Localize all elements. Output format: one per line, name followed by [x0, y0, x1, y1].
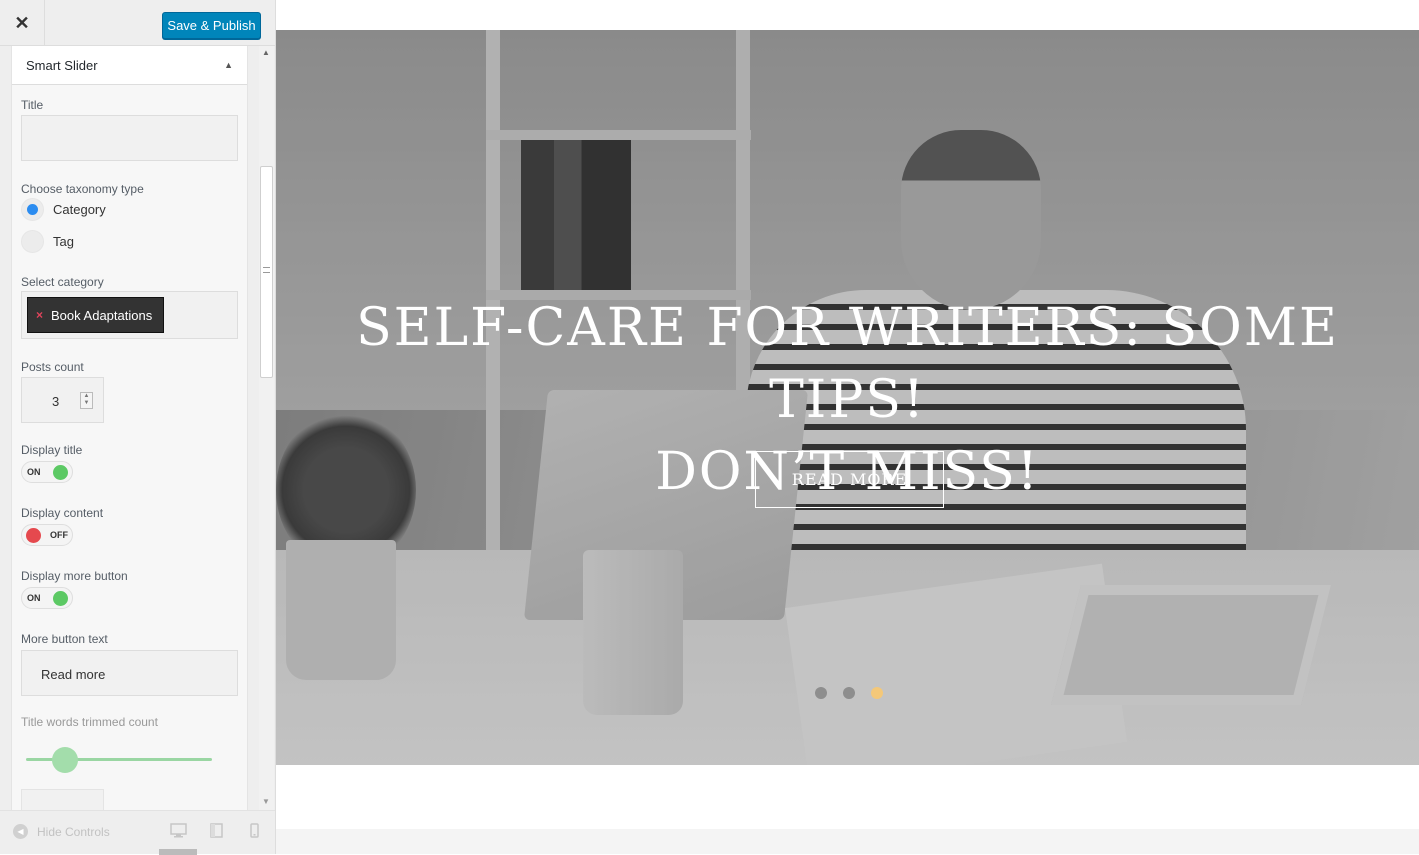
radio-category[interactable]: Category — [21, 198, 106, 221]
radio-category-label: Category — [53, 202, 106, 217]
taxonomy-label: Choose taxonomy type — [21, 182, 144, 196]
toggle-state-text: ON — [27, 593, 41, 603]
mobile-icon[interactable] — [250, 823, 259, 838]
panel-scrollbar[interactable]: ▲ ▼ — [259, 46, 274, 810]
toggle-knob — [53, 465, 68, 480]
posts-count-input[interactable]: 3 ▲ ▼ — [21, 377, 104, 423]
close-button[interactable]: ✕ — [0, 0, 45, 46]
scroll-thumb[interactable] — [260, 166, 273, 378]
radio-tag-label: Tag — [53, 234, 74, 249]
toggle-knob — [26, 528, 41, 543]
category-chip: × Book Adaptations — [27, 297, 164, 333]
more-button-text-input[interactable]: Read more — [21, 650, 238, 696]
customizer-footer: ◀ Hide Controls — [0, 810, 275, 855]
category-chip-label: Book Adaptations — [51, 307, 153, 323]
display-more-toggle[interactable]: ON — [21, 587, 73, 609]
tablet-icon[interactable] — [210, 823, 223, 838]
slider-dot-1[interactable] — [815, 687, 827, 699]
radio-button[interactable] — [21, 230, 44, 253]
customizer-sidebar: ✕ Save & Publish Smart Slider ▲ Title Ch… — [0, 0, 276, 855]
section-title: Smart Slider — [26, 57, 98, 73]
select-category-label: Select category — [21, 275, 104, 289]
widget-panel: Smart Slider ▲ Title Choose taxonomy typ… — [11, 46, 248, 810]
section-header-smart-slider[interactable]: Smart Slider ▲ — [12, 46, 247, 85]
hide-controls-button[interactable]: ◀ Hide Controls — [13, 824, 110, 839]
hide-controls-label: Hide Controls — [37, 824, 110, 839]
collapse-arrow-icon[interactable]: ▲ — [224, 60, 233, 70]
radio-button-selected[interactable] — [21, 198, 44, 221]
slider-dot-3[interactable] — [871, 687, 883, 699]
title-input[interactable] — [21, 115, 238, 161]
display-more-label: Display more button — [21, 569, 128, 583]
slide-title-line-1: SELF-CARE FOR WRITERS: SOME TIPS! — [356, 298, 1339, 430]
next-section-strip — [276, 829, 1419, 854]
scroll-down-arrow-icon[interactable]: ▼ — [262, 797, 270, 806]
collapse-left-icon: ◀ — [13, 824, 28, 839]
display-content-label: Display content — [21, 506, 104, 520]
toggle-state-text: ON — [27, 467, 41, 477]
desktop-icon[interactable] — [170, 823, 187, 838]
display-content-toggle[interactable]: OFF — [21, 524, 73, 546]
display-title-label: Display title — [21, 443, 83, 457]
site-preview: SELF-CARE FOR WRITERS: SOME TIPS! DON’T … — [276, 0, 1419, 854]
title-label: Title — [21, 98, 44, 112]
trim-count-input[interactable] — [21, 789, 104, 810]
radio-tag[interactable]: Tag — [21, 230, 74, 253]
posts-count-label: Posts count — [21, 360, 84, 374]
footer-resize-bar — [159, 849, 197, 855]
hero-slider: SELF-CARE FOR WRITERS: SOME TIPS! DON’T … — [276, 30, 1419, 765]
spinner-arrows-icon[interactable]: ▲ ▼ — [80, 392, 93, 409]
trim-count-label: Title words trimmed count — [21, 715, 158, 729]
more-text-label: More button text — [21, 632, 108, 646]
close-icon: ✕ — [14, 12, 30, 33]
posts-count-value: 3 — [52, 394, 60, 409]
display-title-toggle[interactable]: ON — [21, 461, 73, 483]
toggle-knob — [53, 591, 68, 606]
toggle-state-text: OFF — [50, 530, 68, 540]
grip-icon — [263, 267, 270, 273]
customizer-header: ✕ Save & Publish — [0, 0, 275, 46]
trim-count-slider-handle[interactable] — [52, 747, 78, 773]
remove-icon[interactable]: × — [36, 308, 43, 322]
read-more-button[interactable]: READ MORE — [755, 451, 944, 508]
slider-dot-2[interactable] — [843, 687, 855, 699]
category-select[interactable]: × Book Adaptations — [21, 291, 238, 339]
save-publish-button[interactable]: Save & Publish — [162, 12, 261, 39]
scroll-up-arrow-icon[interactable]: ▲ — [262, 48, 270, 57]
